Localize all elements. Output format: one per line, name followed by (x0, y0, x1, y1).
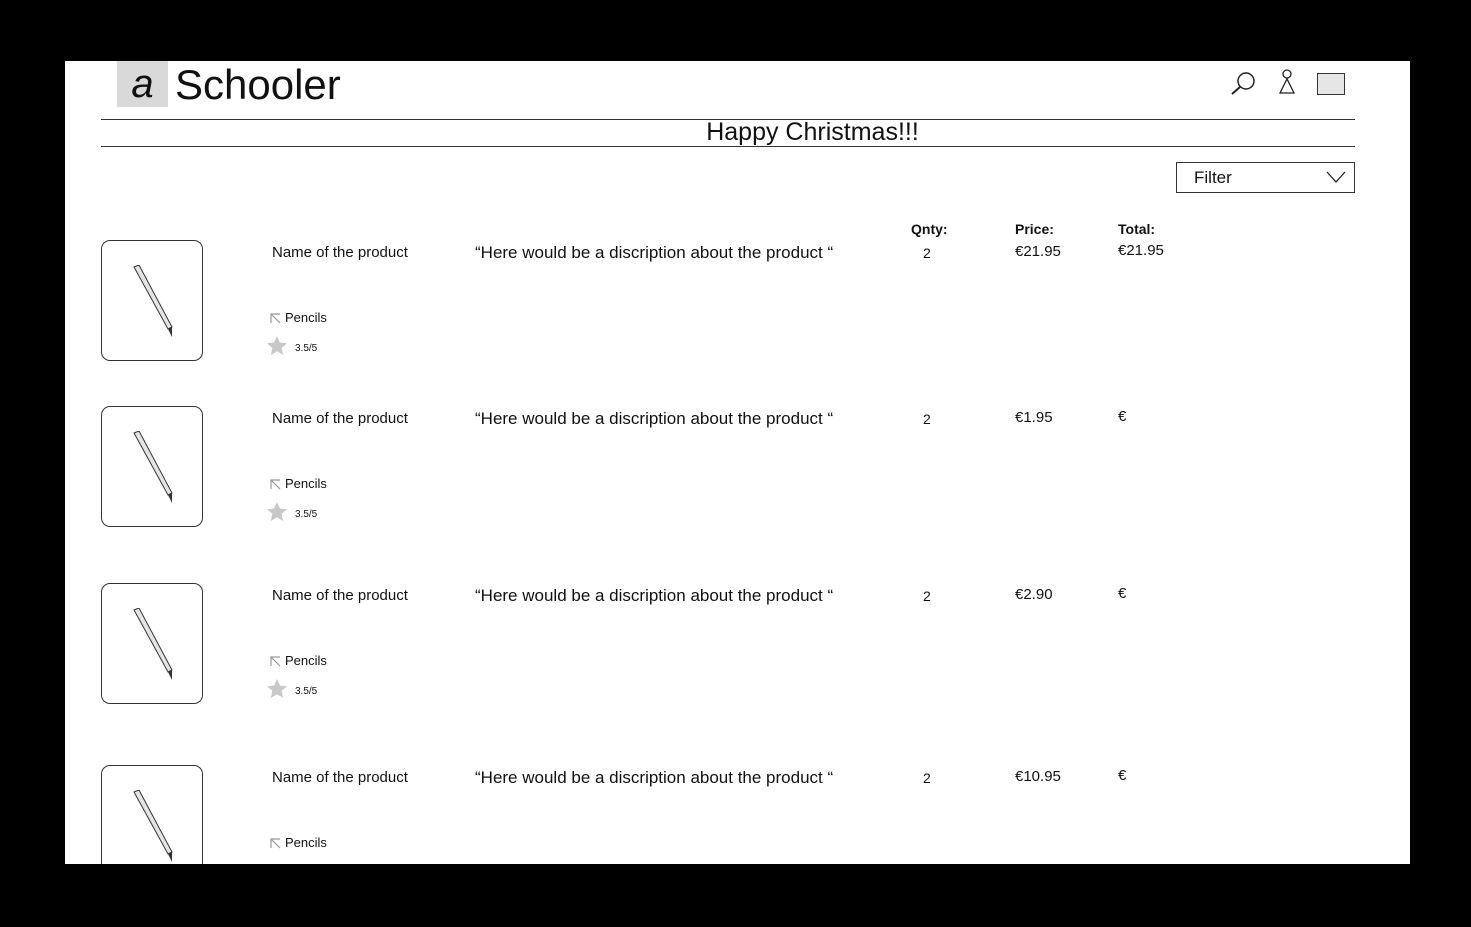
product-name[interactable]: Name of the product (272, 410, 408, 427)
product-image[interactable] (101, 240, 203, 361)
product-qty: 2 (923, 245, 931, 261)
product-image[interactable] (101, 765, 203, 864)
column-header-total: Total: (1118, 221, 1156, 237)
rating-value: 3.5/5 (295, 343, 318, 354)
filter-label: Filter (1194, 168, 1232, 187)
user-icon[interactable] (1278, 69, 1296, 95)
product-rating: 3.5/5 (267, 679, 317, 698)
pencil-icon (133, 790, 173, 862)
product-rating: 3.5/5 (267, 336, 317, 355)
filter-dropdown[interactable]: Filter (1176, 162, 1355, 193)
product-row: Name of the product “Here would be a dis… (65, 406, 1410, 536)
product-name[interactable]: Name of the product (272, 587, 408, 604)
rating-value: 3.5/5 (295, 686, 318, 697)
arrow-up-left-icon (270, 838, 281, 849)
product-price: €10.95 (1015, 768, 1061, 785)
pencil-icon (133, 431, 173, 503)
pencil-icon (133, 265, 173, 337)
product-description: “Here would be a discription about the p… (475, 409, 834, 428)
star-icon (267, 502, 287, 521)
product-total: € (1118, 408, 1127, 425)
banner-text: Happy Christmas!!! (706, 118, 919, 146)
page-canvas: a Schooler Happy Christmas!!! Filter Qnt… (65, 61, 1410, 864)
pencil-icon (133, 608, 173, 680)
product-price: €1.95 (1015, 409, 1053, 426)
product-row: Name of the product “Here would be a dis… (65, 583, 1410, 713)
product-row: Name of the product “Here would be a dis… (65, 240, 1410, 370)
product-name[interactable]: Name of the product (272, 769, 408, 786)
product-image[interactable] (101, 583, 203, 704)
star-icon (267, 336, 287, 355)
product-price: €2.90 (1015, 586, 1053, 603)
product-row: Name of the product “Here would be a dis… (65, 765, 1410, 864)
category-label: Pencils (285, 835, 327, 850)
promo-banner: Happy Christmas!!! (65, 117, 1290, 147)
product-total: € (1118, 767, 1127, 784)
product-qty: 2 (923, 770, 931, 786)
arrow-up-left-icon (270, 479, 281, 490)
arrow-up-left-icon (270, 656, 281, 667)
category-link[interactable]: Pencils (270, 310, 327, 325)
product-price: €21.95 (1015, 243, 1061, 260)
column-header-qty: Qnty: (911, 221, 948, 237)
column-header-price: Price: (1015, 221, 1054, 237)
category-link[interactable]: Pencils (270, 476, 327, 491)
product-total: €21.95 (1118, 242, 1164, 259)
category-label: Pencils (285, 476, 327, 491)
product-qty: 2 (923, 588, 931, 604)
category-label: Pencils (285, 653, 327, 668)
product-image[interactable] (101, 406, 203, 527)
product-rating: 3.5/5 (267, 502, 317, 521)
product-description: “Here would be a discription about the p… (475, 586, 834, 605)
product-total: € (1118, 585, 1127, 602)
category-label: Pencils (285, 310, 327, 325)
logo-icon[interactable]: a (117, 61, 168, 107)
divider (101, 146, 1355, 147)
category-link[interactable]: Pencils (270, 653, 327, 668)
search-icon[interactable] (1230, 71, 1258, 97)
category-link[interactable]: Pencils (270, 835, 327, 850)
product-name[interactable]: Name of the product (272, 244, 408, 261)
product-description: “Here would be a discription about the p… (475, 768, 834, 787)
arrow-up-left-icon (270, 313, 281, 324)
star-icon (267, 679, 287, 698)
brand-name[interactable]: Schooler (175, 61, 341, 109)
chevron-down-icon (1326, 171, 1346, 183)
product-description: “Here would be a discription about the p… (475, 243, 834, 262)
product-qty: 2 (923, 411, 931, 427)
rating-value: 3.5/5 (295, 509, 318, 520)
cart-icon[interactable] (1317, 73, 1345, 95)
